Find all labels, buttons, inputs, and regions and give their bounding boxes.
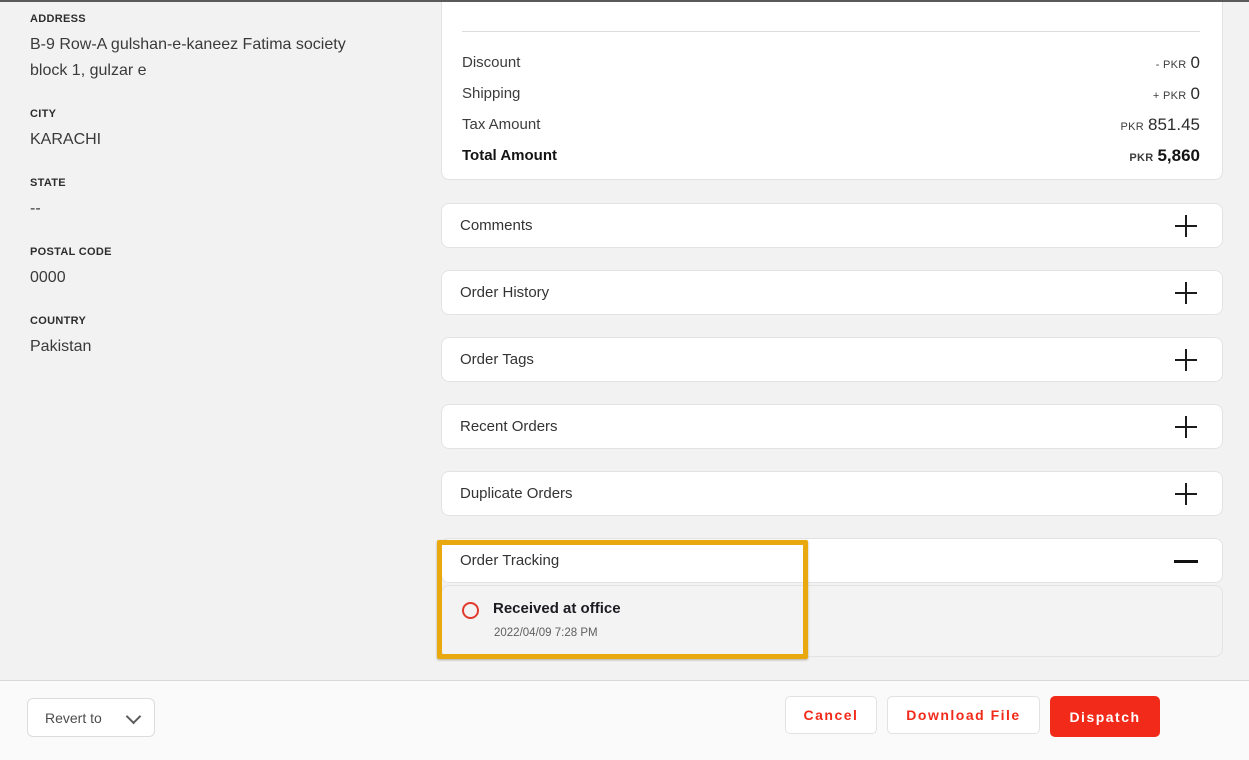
address-field: ADDRESS B-9 Row-A gulshan-e-kaneez Fatim…	[30, 13, 375, 84]
plus-icon[interactable]	[1174, 214, 1198, 238]
window-top-edge	[0, 0, 1249, 2]
city-field: CITY KARACHI	[30, 108, 375, 153]
summary-divider	[462, 31, 1200, 32]
section-order-tags[interactable]: Order Tags	[441, 337, 1223, 382]
row-label: Discount	[462, 54, 520, 71]
postal-code-field: POSTAL CODE 0000	[30, 246, 375, 291]
plus-icon[interactable]	[1174, 348, 1198, 372]
section-comments[interactable]: Comments	[441, 203, 1223, 248]
discount-row: Discount - PKR 0	[462, 47, 1200, 78]
row-value: - PKR 0	[1156, 53, 1200, 73]
section-title: Order History	[460, 284, 549, 301]
currency-code: - PKR	[1156, 59, 1187, 71]
field-value: 0000	[30, 265, 375, 291]
row-value: PKR 5,860	[1129, 146, 1200, 166]
section-order-tracking[interactable]: Order Tracking	[441, 538, 1223, 583]
currency-code: + PKR	[1153, 90, 1187, 102]
field-label: POSTAL CODE	[30, 246, 375, 258]
revert-to-dropdown[interactable]: Revert to	[27, 698, 155, 737]
summary-rows: Discount - PKR 0 Shipping + PKR 0 Tax Amou…	[462, 47, 1200, 171]
amount: 0	[1191, 53, 1200, 72]
cancel-button[interactable]: Cancel	[785, 696, 877, 734]
section-recent-orders[interactable]: Recent Orders	[441, 404, 1223, 449]
footer-action-bar: Revert to Cancel Download File Dispatch	[0, 680, 1249, 760]
amount: 5,860	[1157, 146, 1200, 165]
field-label: STATE	[30, 177, 375, 189]
field-value: B-9 Row-A gulshan-e-kaneez Fatima societ…	[30, 32, 375, 84]
field-value: Pakistan	[30, 334, 375, 360]
dispatch-button[interactable]: Dispatch	[1050, 696, 1160, 737]
section-title: Duplicate Orders	[460, 485, 573, 502]
tax-amount-row: Tax Amount PKR 851.45	[462, 109, 1200, 140]
currency-code: PKR	[1120, 121, 1144, 133]
section-order-history[interactable]: Order History	[441, 270, 1223, 315]
shipping-row: Shipping + PKR 0	[462, 78, 1200, 109]
revert-to-label: Revert to	[45, 710, 102, 726]
order-summary-card: Discount - PKR 0 Shipping + PKR 0 Tax Amou…	[441, 0, 1223, 180]
section-duplicate-orders[interactable]: Duplicate Orders	[441, 471, 1223, 516]
row-label: Shipping	[462, 85, 520, 102]
chevron-down-icon	[128, 709, 140, 721]
plus-icon[interactable]	[1174, 415, 1198, 439]
tracking-event-timestamp: 2022/04/09 7:28 PM	[494, 627, 598, 639]
row-value: + PKR 0	[1153, 84, 1200, 104]
field-label: COUNTRY	[30, 315, 375, 327]
currency-code: PKR	[1129, 152, 1153, 164]
section-title: Order Tracking	[460, 552, 559, 569]
row-value: PKR 851.45	[1120, 115, 1200, 135]
address-sidebar: ADDRESS B-9 Row-A gulshan-e-kaneez Fatim…	[30, 13, 375, 384]
plus-icon[interactable]	[1174, 482, 1198, 506]
tracking-status-circle-icon	[462, 602, 479, 619]
total-amount-row: Total Amount PKR 5,860	[462, 140, 1200, 171]
minus-icon[interactable]	[1174, 549, 1198, 573]
amount: 851.45	[1148, 115, 1200, 134]
tracking-event-title: Received at office	[493, 600, 621, 617]
section-title: Recent Orders	[460, 418, 558, 435]
state-field: STATE --	[30, 177, 375, 222]
country-field: COUNTRY Pakistan	[30, 315, 375, 360]
section-title: Order Tags	[460, 351, 534, 368]
field-label: CITY	[30, 108, 375, 120]
field-value: KARACHI	[30, 127, 375, 153]
download-file-button[interactable]: Download File	[887, 696, 1040, 734]
order-tracking-panel: Received at office 2022/04/09 7:28 PM	[441, 585, 1223, 657]
row-label: Total Amount	[462, 147, 557, 164]
field-label: ADDRESS	[30, 13, 375, 25]
plus-icon[interactable]	[1174, 281, 1198, 305]
order-detail-page: ADDRESS B-9 Row-A gulshan-e-kaneez Fatim…	[0, 0, 1249, 760]
amount: 0	[1191, 84, 1200, 103]
section-title: Comments	[460, 217, 533, 234]
row-label: Tax Amount	[462, 116, 540, 133]
field-value: --	[30, 196, 375, 222]
